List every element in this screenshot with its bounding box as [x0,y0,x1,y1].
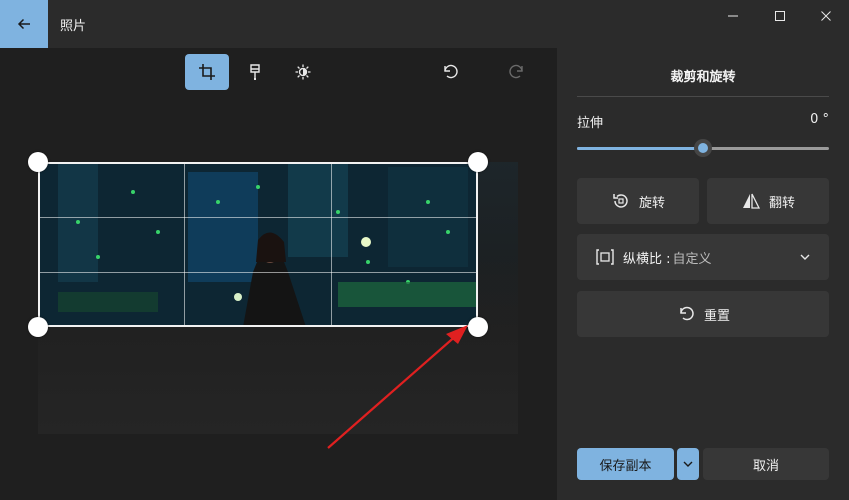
aspect-ratio-value: 自定义 [672,251,712,267]
chevron-down-icon [682,458,694,470]
reset-icon [676,304,696,324]
minimize-button[interactable] [710,0,756,32]
redo-icon [508,63,526,81]
back-button[interactable] [0,0,48,48]
straighten-slider[interactable] [577,139,829,157]
rotate-icon [611,191,631,211]
app-title: 照片 [60,19,87,34]
crop-handle-bottom-left[interactable] [28,317,48,337]
maximize-button[interactable] [757,0,803,32]
panel-title: 裁剪和旋转 [670,70,736,85]
minimize-icon [727,10,739,22]
maximize-icon [774,10,786,22]
chevron-down-icon [799,251,811,263]
aspect-ratio-dropdown[interactable]: 纵横比 : 自定义 [577,234,829,280]
crop-icon [198,63,216,81]
straighten-slider-thumb[interactable] [694,139,712,157]
undo-icon [441,63,459,81]
crop-handle-top-left[interactable] [28,152,48,172]
close-button[interactable] [803,0,849,32]
crop-tool-button[interactable] [185,54,229,90]
save-copy-button[interactable]: 保存副本 [577,448,674,480]
aspect-ratio-icon [595,247,615,267]
crop-rotate-panel: 裁剪和旋转 拉伸 0 ° 旋转 翻转 纵横比 : 自定义 重置 [557,48,849,500]
adjust-tool-button[interactable] [281,54,325,90]
straighten-label: 拉伸 [577,116,604,131]
straighten-slider-fill [577,147,703,150]
undo-button[interactable] [428,54,472,90]
reset-label: 重置 [703,308,730,324]
rotate-button[interactable]: 旋转 [577,178,699,224]
crop-frame[interactable] [38,162,478,327]
flip-button[interactable]: 翻转 [707,178,829,224]
flip-icon [741,191,761,211]
save-options-button[interactable] [677,448,699,480]
flip-label: 翻转 [768,195,795,211]
brush-icon [246,63,264,81]
rotate-label: 旋转 [638,195,665,211]
straighten-value: 0 ° [810,112,829,127]
cancel-button[interactable]: 取消 [703,448,829,480]
filter-tool-button[interactable] [233,54,277,90]
annotation-arrow-icon [327,325,468,449]
aspect-ratio-label: 纵横比 : [623,251,671,267]
crop-handle-top-right[interactable] [468,152,488,172]
close-icon [820,10,832,22]
reset-button[interactable]: 重置 [577,291,829,337]
brightness-icon [294,63,312,81]
save-copy-label: 保存副本 [599,458,652,474]
redo-button[interactable] [495,54,539,90]
back-arrow-icon [16,16,32,32]
cancel-label: 取消 [752,458,779,474]
crop-handle-bottom-right[interactable] [468,317,488,337]
panel-divider [577,96,829,97]
